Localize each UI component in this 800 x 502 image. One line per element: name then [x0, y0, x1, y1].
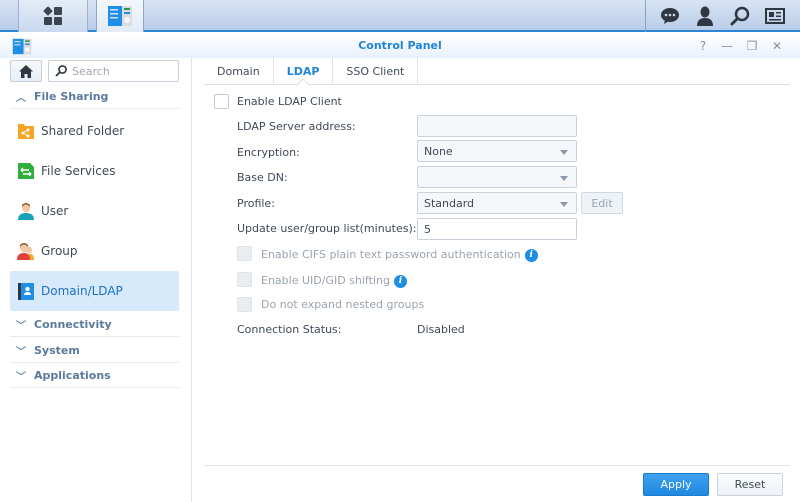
sidebar-item-label: Domain/LDAP [41, 284, 123, 298]
window-titlebar: Control Panel ? — ❐ ✕ [0, 34, 800, 58]
chevron-up-icon: ︿ [16, 92, 26, 104]
tab-ldap[interactable]: LDAP [274, 58, 334, 84]
encryption-label: Encryption: [237, 146, 300, 159]
sidebar: ︿ File Sharing Shared Folder File Servic… [0, 58, 192, 502]
search-field[interactable] [48, 60, 179, 82]
connection-status-value: Disabled [417, 323, 465, 336]
profile-select[interactable]: Standard [417, 192, 577, 214]
server-address-label: LDAP Server address: [237, 120, 356, 133]
dropdown-arrow-icon [560, 202, 568, 207]
sidebar-item-label: File Services [41, 164, 116, 178]
category-system[interactable]: ﹀ System [10, 338, 179, 363]
dropdown-arrow-icon [560, 150, 568, 155]
home-button[interactable] [10, 60, 42, 82]
category-file-sharing[interactable]: ︿ File Sharing [10, 84, 179, 109]
sidebar-item-file-services[interactable]: File Services [10, 151, 179, 191]
reset-button[interactable]: Reset [717, 473, 783, 496]
search-icon [55, 65, 67, 77]
category-connectivity[interactable]: ﹀ Connectivity [10, 312, 179, 337]
user-icon [18, 203, 34, 220]
user-icon [697, 6, 713, 26]
taskbar [0, 0, 800, 32]
chevron-down-icon: ﹀ [16, 320, 26, 332]
sidebar-item-group[interactable]: Group [10, 231, 179, 271]
sidebar-item-shared-folder[interactable]: Shared Folder [10, 111, 179, 151]
sidebar-item-domain-ldap[interactable]: Domain/LDAP [10, 271, 179, 311]
base-dn-label: Base DN: [237, 171, 288, 184]
sidebar-item-label: User [41, 204, 69, 218]
info-icon[interactable]: i [393, 274, 407, 288]
user-options-button[interactable] [688, 0, 722, 32]
search-input[interactable] [72, 64, 172, 78]
update-interval-label: Update user/group list(minutes): [237, 222, 417, 235]
chevron-down-icon: ﹀ [16, 346, 26, 358]
sidebar-item-label: Shared Folder [41, 124, 125, 138]
no-nested-groups-label: Do not expand nested groups [261, 298, 425, 311]
search-icon [730, 6, 750, 26]
window-title: Control Panel [358, 39, 442, 52]
domain-ldap-icon [18, 283, 34, 300]
profile-edit-button[interactable]: Edit [581, 192, 623, 214]
restore-button[interactable]: ❐ [744, 38, 760, 54]
category-applications[interactable]: ﹀ Applications [10, 363, 179, 388]
chevron-down-icon: ﹀ [16, 371, 26, 383]
close-button[interactable]: ✕ [769, 38, 785, 54]
tab-bar: Domain LDAP SSO Client [204, 58, 790, 85]
widgets-button[interactable] [758, 0, 792, 32]
encryption-select[interactable]: None [417, 140, 577, 162]
close-icon: ✕ [771, 39, 783, 53]
shared-folder-icon [18, 124, 34, 139]
sidebar-item-label: Group [41, 244, 78, 258]
enable-ldap-client-label: Enable LDAP Client [237, 95, 342, 108]
uid-gid-shift-checkbox[interactable] [237, 272, 252, 287]
minimize-button[interactable]: — [719, 38, 735, 54]
apply-button[interactable]: Apply [643, 473, 709, 496]
server-address-input[interactable] [417, 115, 577, 137]
connection-status-label: Connection Status: [237, 323, 342, 336]
footer-divider [204, 465, 790, 466]
home-icon [19, 64, 33, 78]
notification-chat-icon [661, 8, 679, 24]
cifs-plain-checkbox[interactable] [237, 246, 252, 261]
info-icon[interactable]: i [524, 248, 538, 262]
minimize-icon: — [721, 39, 733, 53]
help-button[interactable]: ? [695, 38, 711, 54]
update-interval-input[interactable]: 5 [417, 218, 577, 240]
tab-domain[interactable]: Domain [204, 58, 274, 84]
sidebar-item-user[interactable]: User [10, 191, 179, 231]
no-nested-groups-checkbox[interactable] [237, 297, 252, 312]
help-icon: ? [699, 39, 707, 53]
enable-ldap-client-checkbox[interactable] [214, 94, 229, 109]
taskbar-control-panel-button[interactable] [96, 0, 144, 32]
control-panel-icon [108, 6, 132, 26]
uid-gid-shift-label: Enable UID/GID shifting i [261, 274, 407, 288]
cifs-plain-label: Enable CIFS plain text password authenti… [261, 248, 538, 262]
search-button[interactable] [723, 0, 757, 32]
file-services-icon [18, 163, 34, 179]
widgets-icon [765, 8, 785, 24]
restore-icon: ❐ [746, 39, 758, 53]
dropdown-arrow-icon [560, 176, 568, 181]
notifications-button[interactable] [653, 0, 687, 32]
group-icon [17, 243, 34, 260]
tab-sso-client[interactable]: SSO Client [333, 58, 419, 84]
main-menu-button[interactable] [18, 0, 88, 32]
base-dn-select[interactable] [417, 166, 577, 188]
grid-icon [43, 6, 62, 25]
profile-label: Profile: [237, 197, 275, 210]
